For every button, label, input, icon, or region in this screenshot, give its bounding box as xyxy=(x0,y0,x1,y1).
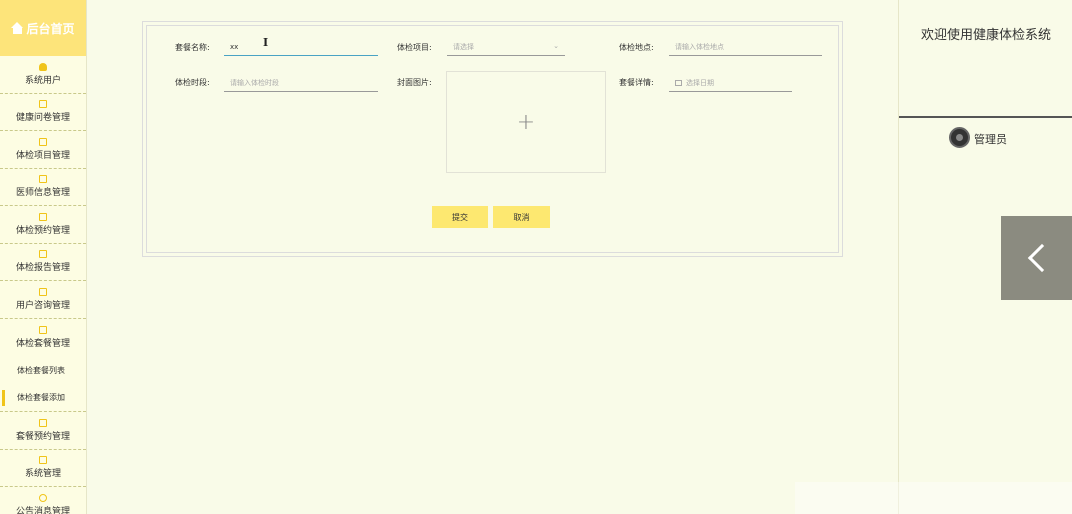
package-name-label: 套餐名称: xyxy=(175,43,210,52)
sidebar-item-label: 体检项目管理 xyxy=(15,150,70,161)
edit-icon xyxy=(39,100,47,109)
submit-button[interactable]: 提交 xyxy=(432,206,488,228)
package-name-input[interactable]: xx xyxy=(224,38,378,56)
exam-location-input[interactable]: 请输入体检地点 xyxy=(669,38,822,56)
sidebar-item-questionnaire[interactable]: 健康问卷管理 xyxy=(0,94,86,131)
sidebar: 后台首页 系统用户 健康问卷管理 体检项目管理 医师信息管理 体检预约管理 体检… xyxy=(0,0,87,514)
collapse-panel-button[interactable] xyxy=(1001,216,1072,300)
exam-time-placeholder: 请输入体检时段 xyxy=(230,78,279,87)
sidebar-subitem-label: 体检套餐添加 xyxy=(17,393,65,402)
settings-icon xyxy=(39,456,47,465)
sidebar-home-label: 后台首页 xyxy=(26,21,75,36)
exam-time-label: 体检时段: xyxy=(175,78,210,87)
admin-name[interactable]: 管理员 xyxy=(974,131,1007,147)
sidebar-item-label: 体检预约管理 xyxy=(15,225,70,236)
calendar-icon xyxy=(675,79,682,86)
sidebar-item-system-users[interactable]: 系统用户 xyxy=(0,56,86,94)
exam-time-input[interactable]: 请输入体检时段 xyxy=(224,74,378,92)
sidebar-home[interactable]: 后台首页 xyxy=(0,0,86,56)
home-icon xyxy=(11,22,24,34)
package-detail-placeholder: 选择日期 xyxy=(686,78,714,87)
sidebar-subitem-label: 体检套餐列表 xyxy=(17,365,65,375)
user-icon xyxy=(39,62,47,71)
sidebar-item-label: 用户咨询管理 xyxy=(15,300,70,311)
exam-location-placeholder: 请输入体检地点 xyxy=(675,42,724,51)
edit-icon xyxy=(39,325,47,334)
package-detail-label: 套餐详情: xyxy=(619,78,654,87)
welcome-text: 欢迎使用健康体检系统 xyxy=(920,28,1051,43)
text-cursor-icon: I xyxy=(263,36,269,49)
edit-icon xyxy=(39,137,47,146)
sidebar-item-doctors[interactable]: 医师信息管理 xyxy=(0,169,86,206)
sidebar-item-label: 医师信息管理 xyxy=(15,188,70,199)
exam-project-label: 体检项目: xyxy=(397,43,432,52)
sidebar-item-appointments[interactable]: 体检预约管理 xyxy=(0,206,86,244)
exam-project-placeholder: 请选择 xyxy=(453,42,474,51)
sidebar-item-system-management[interactable]: 系统管理 xyxy=(0,450,86,487)
exam-project-select[interactable]: 请选择 ⌄ xyxy=(447,38,565,56)
decorative-overlay xyxy=(795,482,1072,514)
edit-icon xyxy=(39,175,47,184)
sidebar-item-label: 公告消息管理 xyxy=(15,506,70,514)
edit-icon xyxy=(39,212,47,221)
cover-image-upload[interactable]: + xyxy=(446,71,606,173)
sidebar-subitem-package-add[interactable]: 体检套餐添加 xyxy=(0,384,86,412)
edit-icon xyxy=(39,287,47,296)
sidebar-subitem-package-list[interactable]: 体检套餐列表 xyxy=(0,356,86,384)
avatar[interactable] xyxy=(949,127,970,148)
divider xyxy=(899,116,1072,118)
sidebar-item-announcements[interactable]: 公告消息管理 xyxy=(0,487,86,514)
sidebar-item-package-appointments[interactable]: 套餐预约管理 xyxy=(0,412,86,450)
cancel-button[interactable]: 取消 xyxy=(493,206,550,228)
package-detail-date-picker[interactable]: 选择日期 xyxy=(669,74,792,92)
sidebar-item-label: 体检报告管理 xyxy=(15,263,70,274)
edit-icon xyxy=(39,418,47,427)
sidebar-item-reports[interactable]: 体检报告管理 xyxy=(0,244,86,281)
exam-location-label: 体检地点: xyxy=(619,43,654,52)
info-icon xyxy=(39,493,47,502)
sidebar-item-label: 套餐预约管理 xyxy=(15,431,70,442)
package-name-value: xx xyxy=(230,42,239,51)
chevron-left-icon xyxy=(1027,243,1056,273)
chevron-down-icon: ⌄ xyxy=(553,42,559,50)
plus-icon: + xyxy=(516,109,536,135)
sidebar-item-consultations[interactable]: 用户咨询管理 xyxy=(0,281,86,319)
sidebar-item-label: 体检套餐管理 xyxy=(15,338,70,349)
edit-icon xyxy=(39,250,47,259)
sidebar-item-label: 健康问卷管理 xyxy=(15,113,70,124)
sidebar-item-label: 系统管理 xyxy=(24,469,61,480)
sidebar-item-label: 系统用户 xyxy=(24,75,61,86)
cover-image-label: 封面图片: xyxy=(397,78,432,87)
sidebar-item-exam-projects[interactable]: 体检项目管理 xyxy=(0,131,86,169)
sidebar-item-packages[interactable]: 体检套餐管理 xyxy=(0,319,86,357)
